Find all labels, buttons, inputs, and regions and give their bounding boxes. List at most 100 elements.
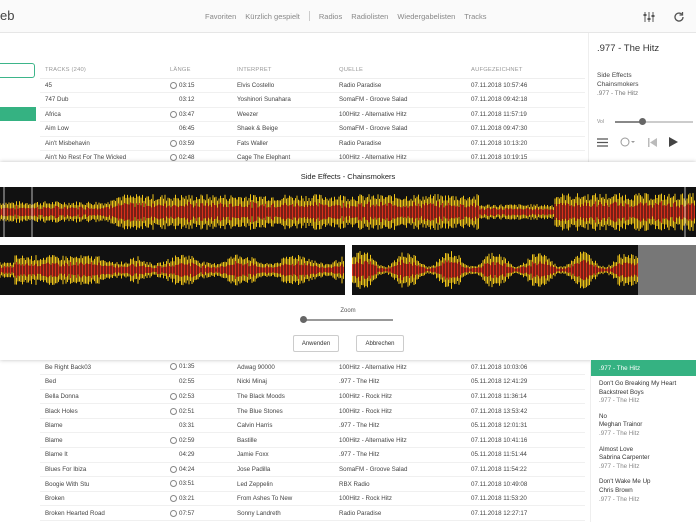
artist-cell-text: Calvin Harris: [237, 422, 273, 430]
source-cell: .977 - The Hitz: [334, 447, 466, 463]
source-cell-text: 100Hitz - Alternative Hitz: [339, 110, 407, 118]
now-playing-panel: .977 - The Hitz Side Effects Chainsmoker…: [588, 33, 696, 163]
main-nav: Favoriten Kürzlich gespielt Radios Radio…: [205, 11, 487, 21]
recorded-cell: 07.11.2018 11:57:19: [466, 107, 585, 122]
favorite-icon[interactable]: [170, 495, 177, 503]
refresh-icon[interactable]: [672, 10, 686, 24]
track-cell-text: Bella Donna: [45, 392, 79, 400]
track-cell: Black Holes: [40, 403, 165, 419]
volume-label: Vol: [597, 119, 604, 125]
col-header-source[interactable]: QUELLE: [334, 62, 466, 79]
recorded-cell-text: 07.11.2018 09:42:18: [471, 96, 528, 104]
table-row[interactable]: Blame It 04:29 Jamie Foxx .977 - The Hitz 05…: [40, 447, 585, 463]
artist-cell: From Ashes To New: [232, 491, 334, 507]
length-cell: 07:57: [165, 505, 232, 522]
volume-slider[interactable]: [615, 118, 693, 125]
length-cell-text: 03:12: [179, 96, 195, 104]
table-row[interactable]: Black Holes 02:51 The Blue Stones 100Hitz -…: [40, 403, 585, 419]
nav-favorites[interactable]: Favoriten: [205, 12, 236, 21]
history-item[interactable]: Don't Wake Me Up Chris Brown .977 - The Hi…: [591, 474, 696, 507]
apply-button[interactable]: Anwenden: [293, 335, 339, 352]
nav-radios[interactable]: Radios: [319, 12, 342, 21]
favorite-icon[interactable]: [170, 392, 177, 400]
zoom-slider[interactable]: [300, 316, 393, 323]
col-header-tracks[interactable]: TRACKS (240): [40, 62, 165, 79]
favorite-icon[interactable]: [170, 139, 177, 147]
play-icon[interactable]: [669, 137, 678, 150]
table-row[interactable]: Africa 03:47 Weezer 100Hitz - Alternative H…: [40, 107, 585, 122]
track-cell-text: Ain't Misbehavin: [45, 139, 90, 147]
history-item[interactable]: No Meghan Trainor .977 - The Hitz: [591, 409, 696, 442]
table-row[interactable]: Broken 03:21 From Ashes To New 100Hitz - Ro…: [40, 491, 585, 507]
artist-cell-text: Adwag 90000: [237, 363, 275, 371]
nav-playlists[interactable]: Wiedergabelisten: [397, 12, 455, 21]
col-header-recorded[interactable]: AUFGEZEICHNET: [466, 62, 585, 79]
sidebar-active-item[interactable]: [0, 107, 36, 121]
track-cell-text: Ain't No Rest For The Wicked: [45, 154, 127, 162]
favorite-icon[interactable]: [170, 407, 177, 415]
favorite-icon[interactable]: [170, 110, 177, 118]
source-cell: 100Hitz - Rock Hitz: [334, 491, 466, 507]
length-cell-text: 02:51: [179, 407, 195, 415]
col-header-artist[interactable]: INTERPRET: [232, 62, 334, 79]
nav-separator: [308, 11, 310, 21]
volume-slider-handle[interactable]: [639, 118, 647, 125]
length-cell-text: 03:59: [179, 139, 195, 147]
length-cell: 03:59: [165, 136, 232, 151]
sidebar-search-input[interactable]: [0, 63, 35, 78]
equalizer-icon[interactable]: [642, 10, 656, 24]
nav-recent[interactable]: Kürzlich gespielt: [245, 12, 300, 21]
artist-cell-text: The Blue Stones: [237, 407, 283, 415]
history-item[interactable]: Don't Go Breaking My Heart Backstreet Boy…: [591, 376, 696, 409]
source-cell: .977 - The Hitz: [334, 418, 466, 434]
zoom-slider-handle[interactable]: [300, 316, 307, 323]
favorite-icon[interactable]: [170, 363, 177, 371]
recorded-cell: 05.11.2018 12:01:31: [466, 418, 585, 434]
source-cell: RBX Radio: [334, 476, 466, 492]
waveform-title: Side Effects - Chainsmokers: [300, 172, 396, 181]
track-cell-text: Be Right Back03: [45, 363, 92, 371]
cancel-button[interactable]: Abbrechen: [356, 335, 404, 352]
table-row[interactable]: 45 03:15 Elvis Costello Radio Paradise 07.11…: [40, 78, 585, 93]
history-active-station[interactable]: .977 - The Hitz: [591, 360, 696, 376]
waveform-detail[interactable]: [0, 245, 696, 295]
source-cell-text: RBX Radio: [339, 480, 370, 488]
previous-icon[interactable]: [648, 137, 657, 150]
history-item[interactable]: Almost Love Sabrina Carpenter .977 - The H…: [591, 442, 696, 475]
table-row[interactable]: Broken Hearted Road 07:57 Sonny Landreth Ra…: [40, 505, 585, 522]
history-item-title: Don't Go Breaking My Heart: [599, 380, 677, 387]
length-cell-text: 03:51: [179, 480, 195, 488]
table-row[interactable]: Bella Donna 02:53 The Black Moods 100Hitz -…: [40, 389, 585, 405]
artist-cell: Bastille: [232, 432, 334, 449]
col-header-length[interactable]: LÄNGE: [165, 62, 232, 79]
table-row[interactable]: Be Right Back03 01:35 Adwag 90000 100Hitz -…: [40, 360, 585, 376]
favorite-icon[interactable]: [170, 509, 177, 517]
waveform-overview[interactable]: [0, 187, 696, 237]
table-row[interactable]: 747 Dub 03:12 Yoshinori Sunahara SomaFM - G…: [40, 92, 585, 108]
artist-cell-text: Nicki Minaj: [237, 378, 267, 386]
length-cell-text: 03:47: [179, 110, 195, 118]
table-row[interactable]: Ain't Misbehavin 03:59 Fats Waller Radio Pa…: [40, 136, 585, 151]
nav-radiolists[interactable]: Radiolisten: [351, 12, 388, 21]
menu-icon[interactable]: [597, 137, 608, 150]
table-row[interactable]: Blues For Ibiza 04:24 Jose Padilla SomaFM -…: [40, 462, 585, 478]
artist-cell: Led Zeppelin: [232, 476, 334, 492]
favorite-icon[interactable]: [170, 465, 177, 473]
favorite-icon[interactable]: [170, 81, 177, 89]
length-cell: 02:59: [165, 432, 232, 449]
table-row[interactable]: Blame 02:59 Bastille 100Hitz - Alternative …: [40, 432, 585, 449]
nav-tracks[interactable]: Tracks: [464, 12, 486, 21]
artist-cell: Jamie Foxx: [232, 447, 334, 463]
history-item-title: Don't Wake Me Up: [599, 478, 651, 486]
table-row[interactable]: Blame 03:31 Calvin Harris .977 - The Hitz 05…: [40, 418, 585, 434]
recorded-cell: 07.11.2018 11:36:14: [466, 389, 585, 405]
table-row[interactable]: Aim Low 06:45 Shaek & Beige SomaFM - Groove…: [40, 121, 585, 137]
favorite-icon[interactable]: [170, 154, 177, 162]
favorite-icon[interactable]: [170, 480, 177, 488]
favorite-icon[interactable]: [170, 436, 177, 444]
record-icon[interactable]: [620, 137, 636, 150]
recorded-cell: 07.11.2018 10:41:16: [466, 432, 585, 449]
source-cell: 100Hitz - Rock Hitz: [334, 389, 466, 405]
table-row[interactable]: Boogie With Stu 03:51 Led Zeppelin RBX Radi…: [40, 476, 585, 492]
table-row[interactable]: Bed 02:55 Nicki Minaj .977 - The Hitz 05.11.…: [40, 374, 585, 390]
